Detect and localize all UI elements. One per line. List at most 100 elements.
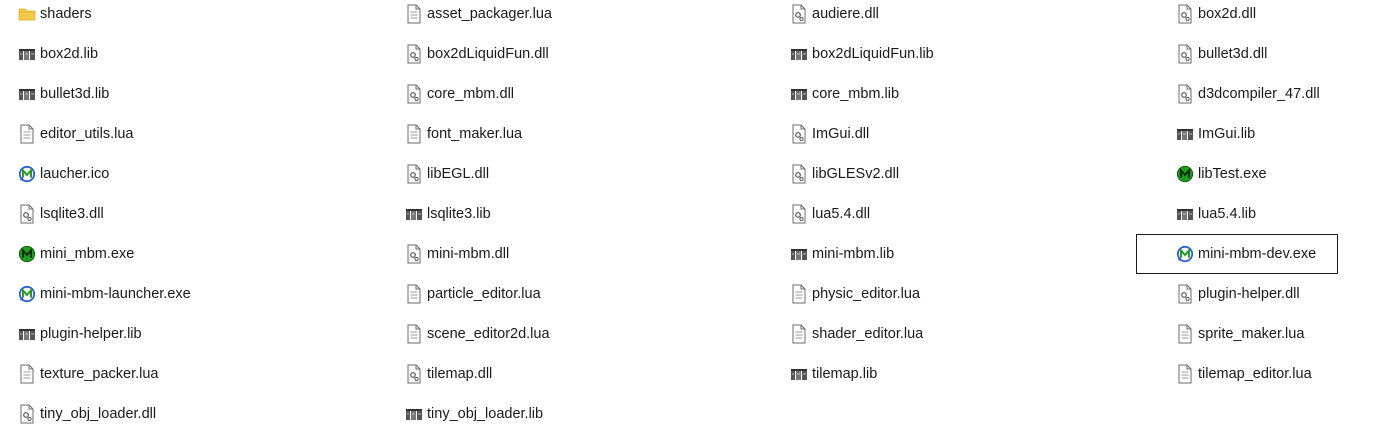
file-name: tiny_obj_loader.lib [427, 406, 544, 422]
lib-file-icon [790, 44, 808, 64]
file-name: libEGL.dll [427, 166, 490, 182]
file-item[interactable]: box2dLiquidFun.lib [790, 37, 1000, 71]
file-item[interactable]: libGLESv2.dll [790, 157, 1000, 191]
dll-file-icon [790, 124, 808, 144]
lib-file-icon [790, 364, 808, 384]
file-item[interactable]: box2d.dll [1176, 0, 1386, 31]
mbm-logo-outline-icon [18, 284, 36, 304]
text-file-icon [790, 324, 808, 344]
file-item[interactable]: scene_editor2d.lua [405, 317, 615, 351]
file-name: plugin-helper.dll [1198, 286, 1300, 302]
file-name: d3dcompiler_47.dll [1198, 86, 1320, 102]
file-item[interactable]: tilemap.dll [405, 357, 615, 391]
file-item[interactable]: core_mbm.lib [790, 77, 1000, 111]
file-item[interactable]: mini-mbm.lib [790, 237, 1000, 271]
file-item[interactable]: texture_packer.lua [18, 357, 228, 391]
dll-file-icon [405, 164, 423, 184]
file-name: tiny_obj_loader.dll [40, 406, 157, 422]
file-name: tilemap.lib [812, 366, 878, 382]
file-item[interactable]: tiny_obj_loader.lib [405, 397, 615, 431]
file-item[interactable]: physic_editor.lua [790, 277, 1000, 311]
file-item[interactable]: mini-mbm-launcher.exe [18, 277, 228, 311]
file-name: shader_editor.lua [812, 326, 924, 342]
lib-file-icon [18, 44, 36, 64]
file-name: lsqlite3.lib [427, 206, 491, 222]
mbm-logo-filled-icon [18, 244, 36, 264]
file-item[interactable]: bullet3d.dll [1176, 37, 1386, 71]
file-item[interactable]: audiere.dll [790, 0, 1000, 31]
file-name: mini-mbm-launcher.exe [40, 286, 191, 302]
file-item[interactable]: d3dcompiler_47.dll [1176, 77, 1386, 111]
file-item[interactable]: plugin-helper.dll [1176, 277, 1386, 311]
file-item[interactable]: tilemap_editor.lua [1176, 357, 1386, 391]
dll-file-icon [405, 84, 423, 104]
file-item[interactable]: mini-mbm.dll [405, 237, 615, 271]
mbm-logo-outline-icon [18, 164, 36, 184]
text-file-icon [1176, 324, 1194, 344]
file-item[interactable]: box2dLiquidFun.dll [405, 37, 615, 71]
file-item[interactable]: tilemap.lib [790, 357, 1000, 391]
file-name: lsqlite3.dll [40, 206, 104, 222]
dll-file-icon [790, 164, 808, 184]
file-name: laucher.ico [40, 166, 110, 182]
file-item[interactable]: shaders [18, 0, 228, 31]
file-name: box2d.lib [40, 46, 99, 62]
file-name: box2d.dll [1198, 6, 1257, 22]
dll-file-icon [1176, 84, 1194, 104]
mbm-logo-filled-icon [1176, 164, 1194, 184]
text-file-icon [790, 284, 808, 304]
file-name: box2dLiquidFun.dll [427, 46, 549, 62]
lib-file-icon [405, 404, 423, 424]
file-name: core_mbm.dll [427, 86, 515, 102]
file-name: shaders [40, 6, 92, 22]
folder-icon [18, 4, 36, 24]
file-name: editor_utils.lua [40, 126, 134, 142]
file-item[interactable]: mini_mbm.exe [18, 237, 228, 271]
file-item[interactable]: particle_editor.lua [405, 277, 615, 311]
dll-file-icon [790, 204, 808, 224]
lib-file-icon [790, 244, 808, 264]
file-item[interactable]: sprite_maker.lua [1176, 317, 1386, 351]
dll-file-icon [405, 364, 423, 384]
file-item[interactable]: plugin-helper.lib [18, 317, 228, 351]
text-file-icon [1176, 364, 1194, 384]
file-item[interactable]: asset_packager.lua [405, 0, 615, 31]
file-name: box2dLiquidFun.lib [812, 46, 934, 62]
file-name: tilemap_editor.lua [1198, 366, 1312, 382]
file-name: scene_editor2d.lua [427, 326, 550, 342]
file-name: mini-mbm.dll [427, 246, 510, 262]
file-item[interactable]: lsqlite3.lib [405, 197, 615, 231]
file-item[interactable]: editor_utils.lua [18, 117, 228, 151]
file-item[interactable]: libTest.exe [1176, 157, 1386, 191]
file-item[interactable]: tiny_obj_loader.dll [18, 397, 228, 431]
file-item[interactable]: shader_editor.lua [790, 317, 1000, 351]
file-name: physic_editor.lua [812, 286, 921, 302]
file-item[interactable]: bullet3d.lib [18, 77, 228, 111]
file-item[interactable]: lsqlite3.dll [18, 197, 228, 231]
file-item[interactable]: core_mbm.dll [405, 77, 615, 111]
dll-file-icon [18, 204, 36, 224]
file-name: particle_editor.lua [427, 286, 541, 302]
lib-file-icon [790, 84, 808, 104]
file-item[interactable]: lua5.4.dll [790, 197, 1000, 231]
file-item[interactable]: laucher.ico [18, 157, 228, 191]
file-name: ImGui.dll [812, 126, 870, 142]
text-file-icon [405, 284, 423, 304]
file-name: font_maker.lua [427, 126, 523, 142]
text-file-icon [405, 324, 423, 344]
lib-file-icon [18, 84, 36, 104]
dll-file-icon [790, 4, 808, 24]
dll-file-icon [1176, 44, 1194, 64]
dll-file-icon [405, 244, 423, 264]
file-item[interactable]: libEGL.dll [405, 157, 615, 191]
file-name: mini-mbm-dev.exe [1198, 246, 1317, 262]
dll-file-icon [405, 44, 423, 64]
file-item[interactable]: ImGui.lib [1176, 117, 1386, 151]
file-item[interactable]: lua5.4.lib [1176, 197, 1386, 231]
file-item[interactable]: box2d.lib [18, 37, 228, 71]
file-name: core_mbm.lib [812, 86, 900, 102]
file-item[interactable]: ImGui.dll [790, 117, 1000, 151]
file-item[interactable]: font_maker.lua [405, 117, 615, 151]
file-list-view: shaders asset_packager.lua audiere.dll b… [0, 0, 1386, 444]
file-item[interactable]: mini-mbm-dev.exe [1136, 234, 1338, 274]
